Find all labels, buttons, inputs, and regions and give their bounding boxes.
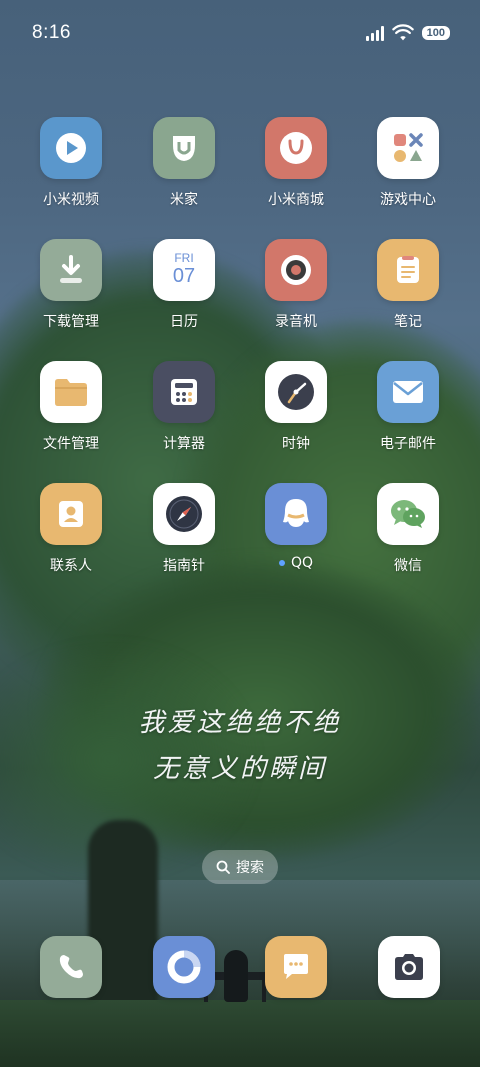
app-calendar[interactable]: FRI 07 日历 (129, 239, 239, 331)
app-compass[interactable]: 指南针 (129, 483, 239, 575)
app-qq[interactable]: QQ (241, 483, 351, 571)
app-recorder[interactable]: 录音机 (241, 239, 351, 331)
app-mi-store[interactable]: 小米商城 (241, 117, 351, 209)
compass-icon (153, 483, 215, 545)
folder-icon (40, 361, 102, 423)
status-bar: 8:16 100 (0, 0, 480, 66)
wallpaper-person (224, 950, 248, 1002)
phone-icon (59, 955, 83, 979)
wallpaper-ground (0, 1000, 480, 1067)
app-label-text: QQ (290, 555, 314, 571)
mijia-icon (153, 117, 215, 179)
app-clock[interactable]: 时钟 (241, 361, 351, 453)
shopping-bag-icon (265, 117, 327, 179)
app-label: 下载管理 (43, 314, 99, 330)
mail-icon (377, 361, 439, 423)
app-label: 笔记 (394, 314, 422, 330)
app-label: 计算器 (163, 436, 205, 452)
app-label: 时钟 (282, 436, 310, 452)
calendar-icon: FRI 07 (153, 239, 215, 301)
app-contacts[interactable]: 联系人 (16, 483, 126, 575)
signal-icon (365, 25, 384, 41)
app-label: 微信 (394, 558, 422, 574)
calendar-day: 07 (172, 265, 196, 287)
app-file-manager[interactable]: 文件管理 (16, 361, 126, 453)
calculator-icon (153, 361, 215, 423)
app-label: 日历 (170, 314, 198, 330)
dock-phone[interactable] (40, 936, 102, 998)
wifi-icon (391, 24, 414, 41)
camera-icon (395, 954, 423, 980)
app-label: 电子邮件 (380, 436, 436, 452)
search-icon (216, 860, 230, 874)
game-shapes-icon (377, 117, 439, 179)
app-label: 联系人 (50, 558, 92, 574)
dock-messages[interactable] (265, 936, 327, 998)
dock-browser[interactable] (153, 936, 215, 998)
app-label: 小米商城 (268, 192, 324, 208)
clock-icon (265, 361, 327, 423)
browser-ring-icon (167, 950, 201, 984)
search-button[interactable]: 搜索 (202, 850, 278, 884)
app-mijia[interactable]: 米家 (129, 117, 239, 209)
status-time: 8:16 (32, 22, 71, 43)
app-email[interactable]: 电子邮件 (353, 361, 463, 453)
app-label: 米家 (170, 192, 198, 208)
app-game-center[interactable]: 游戏中心 (353, 117, 463, 209)
app-wechat[interactable]: 微信 (353, 483, 463, 575)
app-label: 指南针 (163, 558, 205, 574)
wallpaper-text-line-1: 我爱这绝绝不绝 (138, 708, 342, 738)
app-notes[interactable]: 笔记 (353, 239, 463, 331)
app-label: 游戏中心 (380, 192, 436, 208)
app-label: QQ (278, 555, 314, 571)
app-xiaomi-video[interactable]: 小米视频 (16, 117, 126, 209)
play-icon (40, 117, 102, 179)
search-label: 搜索 (236, 860, 264, 876)
app-downloads[interactable]: 下载管理 (16, 239, 126, 331)
status-icons: 100 (365, 24, 450, 42)
home-screen: 8:16 100 小米视频 米家 小米商城 游戏中心 下载管理 FRI 07 日… (0, 0, 480, 1067)
app-label: 小米视频 (43, 192, 99, 208)
app-label: 录音机 (275, 314, 317, 330)
wechat-icon (377, 483, 439, 545)
battery-indicator: 100 (421, 26, 450, 40)
qq-penguin-icon (265, 483, 327, 545)
app-calculator[interactable]: 计算器 (129, 361, 239, 453)
message-icon (284, 954, 308, 979)
record-icon (265, 239, 327, 301)
app-label: 文件管理 (43, 436, 99, 452)
wallpaper-text-line-2: 无意义的瞬间 (152, 754, 327, 784)
contact-icon (40, 483, 102, 545)
new-install-dot-icon (278, 560, 285, 566)
calendar-weekday: FRI (174, 251, 194, 265)
download-icon (40, 239, 102, 301)
dock-camera[interactable] (378, 936, 440, 998)
notes-icon (377, 239, 439, 301)
